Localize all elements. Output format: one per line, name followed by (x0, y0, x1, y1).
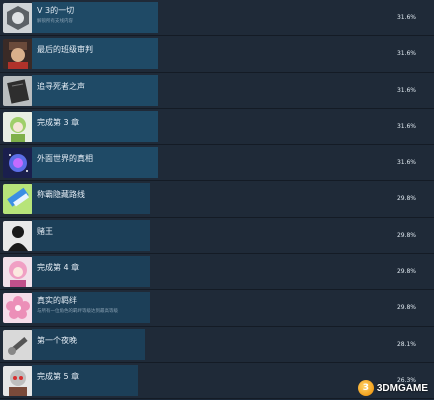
achievement-title: 追寻死者之声 (37, 81, 85, 91)
achievement-title: 外面世界的真相 (37, 154, 93, 164)
achievement-row[interactable]: 称霸隐藏路线 29.8% (0, 181, 434, 218)
leaf-character-icon (3, 111, 33, 142)
pink-character-icon (3, 257, 33, 288)
achievement-title: 完成第 5 章 (37, 371, 80, 381)
achievement-row[interactable]: 真实的羁绊 与所有一位角色的羁绊等级达到最高等级 29.8% (0, 290, 434, 327)
achievement-title: 完成第 3 章 (37, 117, 80, 127)
achievement-percent: 29.8% (396, 195, 416, 203)
robot-character-icon (3, 365, 33, 396)
blue-card-icon (3, 184, 33, 215)
achievement-title: 赌王 (37, 226, 53, 236)
achievement-title: 真实的羁绊 (37, 296, 77, 306)
achievement-percent: 31.6% (396, 50, 416, 58)
achievement-row[interactable]: 最后的班级审判 31.6% (0, 36, 434, 73)
achievement-row[interactable]: 追寻死者之声 31.6% (0, 72, 434, 109)
achievement-percent: 29.8% (396, 304, 416, 312)
achievement-percent: 29.8% (396, 268, 416, 276)
achievement-row[interactable]: 外面世界的真相 31.6% (0, 145, 434, 182)
achievement-list: V 3的一切 解锁所有支线内容 31.6% 最后的班级审判 31.6% 追寻死者… (0, 0, 434, 400)
achievement-title: 完成第 4 章 (37, 263, 80, 273)
planet-icon (3, 148, 33, 179)
achievement-percent: 31.6% (396, 159, 416, 167)
achievement-percent: 31.6% (396, 14, 416, 21)
flower-icon (3, 293, 33, 324)
watermark-logo-icon: 3 (357, 380, 374, 396)
achievement-row[interactable]: V 3的一切 解锁所有支线内容 31.6% (0, 0, 434, 37)
achievement-row[interactable]: 完成第 3 章 31.6% (0, 108, 434, 146)
achievement-percent: 28.1% (396, 340, 416, 348)
site-watermark: 3 3DMGAME (357, 380, 428, 396)
achievement-title: 称霸隐藏路线 (37, 190, 85, 200)
achievement-row[interactable]: 完成第 4 章 29.8% (0, 254, 434, 291)
achievement-percent: 31.6% (396, 122, 416, 130)
tool-icon (3, 329, 33, 360)
achievement-description: 与所有一位角色的羁绊等级达到最高等级 (37, 309, 118, 315)
achievement-description: 解锁所有支线内容 (37, 19, 73, 24)
watermark-text: 3DMGAME (376, 382, 428, 394)
achievement-title: 第一个夜晚 (37, 335, 77, 345)
achievement-title: V 3的一切 (37, 6, 75, 15)
achievement-percent: 29.8% (396, 231, 416, 239)
achievement-row[interactable]: 赌王 29.8% (0, 217, 434, 255)
achievement-row[interactable]: 第一个夜晚 28.1% (0, 326, 434, 363)
silhouette-icon (3, 220, 33, 251)
notebook-icon (3, 75, 33, 106)
badge-icon (3, 3, 33, 33)
achievement-title: 最后的班级审判 (37, 45, 93, 55)
portrait-icon (3, 39, 33, 70)
achievement-percent: 31.6% (396, 86, 416, 94)
